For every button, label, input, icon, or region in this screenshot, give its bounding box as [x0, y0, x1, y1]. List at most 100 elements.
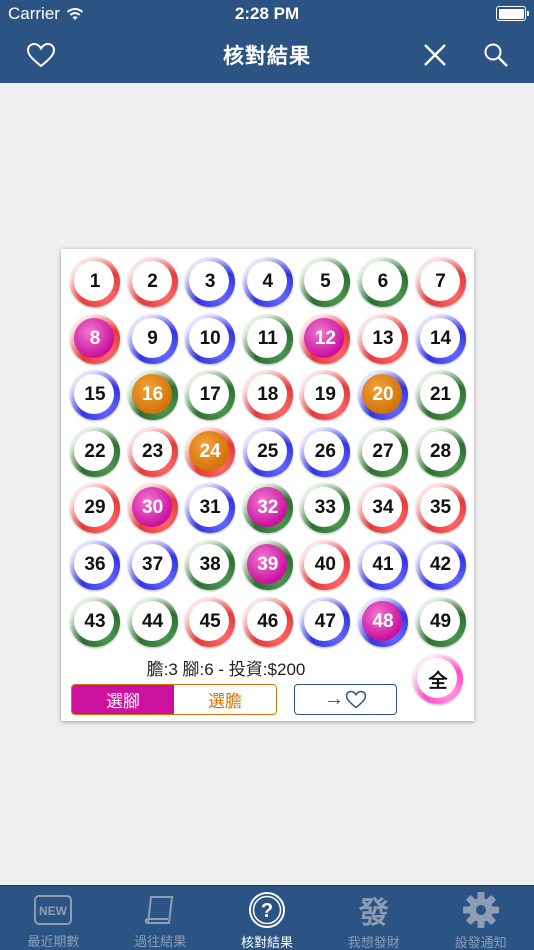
number-ball-label: 19	[314, 384, 336, 406]
close-button[interactable]	[418, 38, 452, 72]
number-ball-40[interactable]: 40	[300, 539, 351, 590]
number-ball-label: 4	[262, 271, 274, 292]
number-ball-36[interactable]: 36	[70, 539, 120, 590]
number-ball-label: 5	[320, 271, 331, 292]
number-ball-20[interactable]: 20	[357, 370, 408, 421]
number-ball-30[interactable]: 30	[127, 483, 178, 534]
number-ball-label: 21	[429, 384, 452, 406]
number-ball-19[interactable]: 19	[300, 370, 351, 421]
number-ball-9[interactable]: 9	[127, 313, 178, 364]
number-ball-18[interactable]: 18	[242, 370, 293, 421]
number-ball-label: 14	[429, 327, 452, 349]
number-ball-label: 44	[142, 610, 164, 632]
number-ball-14[interactable]: 14	[415, 313, 466, 364]
number-ball-47[interactable]: 47	[300, 596, 351, 647]
number-ball-39[interactable]: 39	[242, 539, 293, 590]
number-ball-label: 6	[377, 271, 389, 292]
number-ball-6[interactable]: 6	[357, 257, 408, 307]
number-ball-44[interactable]: 44	[127, 596, 178, 647]
number-ball-10[interactable]: 10	[185, 313, 236, 364]
number-ball-35[interactable]: 35	[415, 483, 466, 534]
selection-mode-segment: 選腳 選膽	[71, 684, 277, 715]
number-ball-label: 2	[147, 271, 158, 292]
number-ball-45[interactable]: 45	[185, 596, 236, 647]
number-ball-label: 33	[314, 497, 336, 519]
number-ball-label: 34	[372, 497, 394, 519]
number-ball-42[interactable]: 42	[415, 539, 466, 590]
scroll-icon	[140, 891, 180, 928]
number-ball-label: 20	[372, 384, 394, 406]
gear-icon	[461, 891, 501, 929]
number-ball-13[interactable]: 13	[357, 313, 408, 364]
number-ball-12[interactable]: 12	[300, 313, 351, 364]
tab-past-results[interactable]: 過往結果	[107, 886, 214, 950]
tab-check-results[interactable]: ? 核對結果	[214, 886, 321, 950]
number-ball-3[interactable]: 3	[185, 257, 236, 307]
number-ball-34[interactable]: 34	[357, 483, 408, 534]
number-ball-label: 24	[199, 440, 221, 462]
add-to-favorites-button[interactable]: →	[294, 684, 397, 715]
question-icon: ?	[247, 891, 287, 929]
number-ball-label: 30	[142, 497, 164, 519]
number-ball-48[interactable]: 48	[357, 596, 408, 647]
select-banker-tab[interactable]: 選膽	[174, 685, 276, 714]
number-ball-31[interactable]: 31	[185, 483, 236, 534]
number-ball-label: 27	[372, 440, 394, 462]
number-ball-label: 17	[199, 384, 221, 406]
number-ball-49[interactable]: 49	[415, 596, 466, 647]
tab-notifications[interactable]: 設發通知	[427, 886, 534, 950]
number-ball-label: 39	[257, 553, 279, 575]
number-ball-25[interactable]: 25	[242, 426, 293, 477]
select-legs-tab[interactable]: 選腳	[72, 685, 174, 714]
tab-label: 最近期數	[27, 934, 80, 949]
search-button[interactable]	[479, 38, 513, 72]
number-ball-37[interactable]: 37	[127, 539, 178, 590]
page-title: 核對結果	[223, 45, 311, 68]
select-all-label: 全	[428, 670, 448, 692]
number-ball-24[interactable]: 24	[185, 426, 236, 477]
number-picker-card: 1 2 3 4 5 6 7 8 9 10 11 12 13 14 15 16 17 18 19 20 21 22 23 24 2…	[61, 249, 474, 721]
number-ball-26[interactable]: 26	[300, 426, 351, 477]
number-ball-8[interactable]: 8	[70, 313, 120, 364]
number-ball-21[interactable]: 21	[415, 370, 466, 421]
number-ball-label: 25	[257, 440, 279, 462]
number-ball-17[interactable]: 17	[185, 370, 236, 421]
number-ball-label: 10	[199, 327, 221, 349]
number-ball-11[interactable]: 11	[242, 313, 293, 364]
number-ball-28[interactable]: 28	[415, 426, 466, 477]
number-ball-43[interactable]: 43	[70, 596, 120, 647]
number-ball-32[interactable]: 32	[242, 483, 293, 534]
number-ball-22[interactable]: 22	[70, 426, 120, 477]
top-bar: Carrier 2:28 PM 核對結果	[0, 0, 534, 83]
number-ball-29[interactable]: 29	[70, 483, 120, 534]
tab-label: 核對結果	[240, 935, 293, 950]
number-ball-4[interactable]: 4	[242, 257, 293, 307]
number-ball-label: 31	[199, 497, 221, 519]
number-ball-label: 47	[314, 610, 336, 632]
number-ball-41[interactable]: 41	[357, 539, 408, 590]
number-ball-7[interactable]: 7	[415, 257, 466, 307]
number-ball-38[interactable]: 38	[185, 539, 236, 590]
number-ball-label: 13	[372, 327, 394, 349]
close-icon	[424, 44, 446, 66]
number-ball-5[interactable]: 5	[300, 257, 351, 307]
number-ball-label: 36	[84, 553, 106, 575]
number-ball-16[interactable]: 16	[127, 370, 178, 421]
number-ball-15[interactable]: 15	[70, 370, 120, 421]
tab-label: 我想發財	[347, 935, 400, 950]
number-ball-46[interactable]: 46	[242, 596, 293, 647]
status-time: 2:28 PM	[234, 4, 300, 23]
select-all-button[interactable]: 全	[413, 654, 463, 704]
number-ball-27[interactable]: 27	[357, 426, 408, 477]
number-ball-label: 7	[435, 271, 446, 292]
tab-fortune[interactable]: 發 我想發財	[320, 886, 427, 950]
tab-latest[interactable]: NEW 最近期數	[0, 886, 107, 950]
number-ball-33[interactable]: 33	[300, 483, 351, 534]
number-ball-23[interactable]: 23	[127, 426, 178, 477]
number-ball-1[interactable]: 1	[70, 257, 120, 307]
number-ball-2[interactable]: 2	[127, 257, 178, 307]
number-ball-label: 3	[204, 271, 216, 292]
number-ball-label: 46	[257, 610, 279, 632]
number-ball-label: 42	[429, 553, 452, 575]
number-grid: 1 2 3 4 5 6 7 8 9 10 11 12 13 14 15 16 17 18 19 20 21 22 23 24 2…	[70, 257, 467, 647]
